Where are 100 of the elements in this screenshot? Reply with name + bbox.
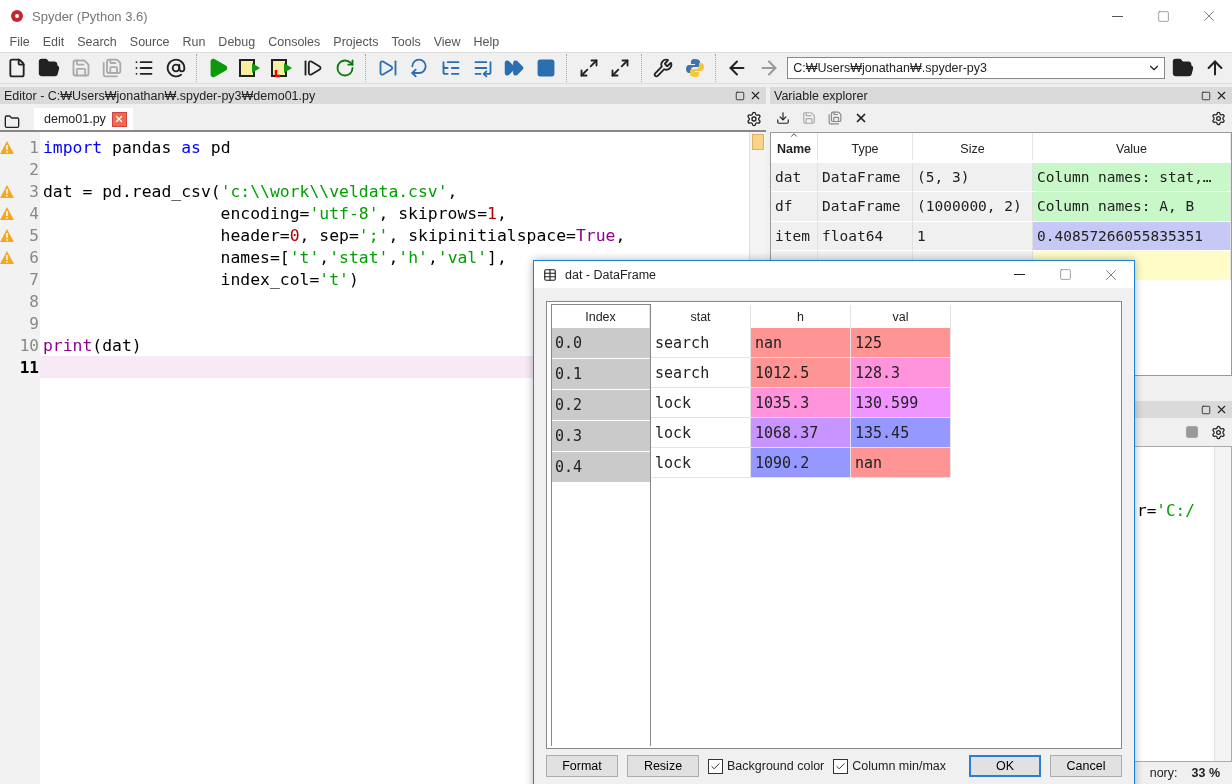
stop-icon[interactable]	[1185, 425, 1199, 439]
menu-item[interactable]: Source	[123, 32, 176, 52]
option-checkbox[interactable]: Column min/max	[833, 758, 947, 774]
close-icon[interactable]	[749, 89, 762, 102]
checkbox-label: Column min/max	[852, 759, 947, 773]
import-icon[interactable]	[776, 111, 790, 125]
editor-title: Editor - C:₩Users₩jonathan₩.spyder-py3₩demo01.py	[4, 88, 317, 103]
option-checkbox[interactable]: Background color	[708, 758, 825, 774]
save-as-icon[interactable]	[828, 111, 842, 125]
memory-label: nory:	[1149, 766, 1178, 780]
menu-item[interactable]: Search	[70, 32, 124, 52]
table-cell: search	[651, 358, 751, 388]
index-cell: 0.0	[552, 328, 650, 359]
line-number: 4	[29, 203, 39, 223]
undock-icon[interactable]	[735, 90, 745, 101]
column-header[interactable]: Name	[771, 133, 818, 160]
checkbox[interactable]	[708, 758, 723, 774]
index-cell: 0.2	[552, 390, 650, 421]
table-cell: 1068.37	[751, 418, 851, 448]
line-number: 5	[29, 225, 39, 245]
menu-item[interactable]: View	[427, 32, 468, 52]
checkbox[interactable]	[833, 758, 849, 774]
dialog-button[interactable]: Cancel	[1050, 755, 1122, 777]
app-logo-icon	[10, 9, 24, 23]
table-cell: 0.40857266055835351	[1033, 221, 1231, 251]
table-cell: DataFrame	[818, 162, 913, 192]
column-header[interactable]: Size	[913, 133, 1033, 160]
menu-item[interactable]: Help	[467, 32, 506, 52]
table-cell: 130.599	[851, 388, 951, 418]
settings-icon[interactable]	[1211, 424, 1226, 440]
variable-explorer-title: Variable explorer	[774, 88, 869, 103]
code-line: import pandas as pd	[43, 137, 231, 157]
scrollbar[interactable]	[1214, 447, 1231, 761]
line-number: 7	[29, 269, 39, 289]
undock-icon[interactable]	[1201, 90, 1211, 101]
line-number: 6	[29, 247, 39, 267]
table-cell: Column names: A, B	[1033, 192, 1231, 222]
remove-icon[interactable]	[854, 111, 868, 125]
line-number: 9	[29, 313, 39, 333]
dialog-button[interactable]: Resize	[627, 755, 699, 777]
code-line: index_col='t')	[219, 269, 359, 289]
file-tab[interactable]: demo01.py	[34, 108, 133, 130]
dialog-title: dat - DataFrame	[565, 267, 657, 282]
code-line: print(dat)	[43, 335, 142, 355]
menu-item[interactable]: Debug	[211, 32, 262, 52]
dialog-button[interactable]: Format	[546, 755, 618, 777]
table-cell: lock	[651, 418, 751, 448]
table-cell: nan	[751, 328, 851, 358]
line-number: 2	[29, 159, 39, 179]
line-number: 10	[19, 335, 39, 355]
table-cell: dat	[771, 162, 818, 192]
checkmark-icon	[710, 760, 721, 772]
table-cell: lock	[651, 448, 751, 478]
minimize-icon	[1111, 15, 1123, 17]
warning-marker	[752, 134, 764, 150]
table-cell: 1090.2	[751, 448, 851, 478]
index-cell: 0.1	[552, 359, 650, 390]
table-cell: Column names: stat,…	[1033, 162, 1231, 192]
index-cell: 0.4	[552, 452, 650, 483]
table-cell: item	[771, 221, 818, 251]
table-cell: 1	[913, 221, 1033, 251]
checkmark-icon	[835, 760, 847, 772]
table-icon	[543, 267, 557, 282]
line-number: 8	[29, 291, 39, 311]
sort-caret-icon	[789, 130, 799, 140]
table-cell: nan	[851, 448, 951, 478]
menu-item[interactable]: Projects	[326, 32, 385, 52]
code-line: dat = pd.read_csv('c:\\work\\veldata.csv',	[43, 181, 458, 201]
table-cell: df	[771, 192, 818, 222]
menu-item[interactable]: Tools	[385, 32, 428, 52]
code-line: encoding='utf-8', skiprows=1,	[219, 203, 507, 223]
menu-item[interactable]: Consoles	[261, 32, 327, 52]
close-icon[interactable]	[1215, 89, 1228, 102]
maximize-icon	[1156, 9, 1170, 23]
table-cell: 1012.5	[751, 358, 851, 388]
window-title: Spyder (Python 3.6)	[32, 8, 149, 24]
table-cell: lock	[651, 388, 751, 418]
settings-icon[interactable]	[746, 111, 762, 127]
undock-icon[interactable]	[1201, 404, 1211, 415]
table-cell: 1035.3	[751, 388, 851, 418]
folder-icon[interactable]	[4, 114, 20, 130]
menu-item[interactable]: Edit	[36, 32, 71, 52]
table-cell: (5, 3)	[913, 162, 1033, 192]
column-header[interactable]: Value	[1033, 133, 1231, 160]
table-cell: float64	[818, 221, 913, 251]
line-number: 1	[29, 137, 39, 157]
path-combobox[interactable]: C:₩Users₩jonathan₩.spyder-py3	[787, 57, 1165, 79]
close-icon[interactable]	[1215, 403, 1228, 416]
table-cell: 125	[851, 328, 951, 358]
settings-icon[interactable]	[1211, 110, 1226, 126]
dialog-button[interactable]: OK	[969, 755, 1041, 777]
table-cell: 135.45	[851, 418, 951, 448]
table-cell: DataFrame	[818, 192, 913, 222]
menu-item[interactable]: File	[3, 32, 37, 52]
column-header[interactable]: Type	[818, 133, 913, 160]
menu-item[interactable]: Run	[175, 32, 212, 52]
memory-value: 33 %	[1191, 766, 1220, 780]
code-line: names=['t','stat','h','val'],	[219, 247, 507, 267]
minimize-icon	[1013, 274, 1025, 275]
table-cell: (1000000, 2)	[913, 192, 1033, 222]
